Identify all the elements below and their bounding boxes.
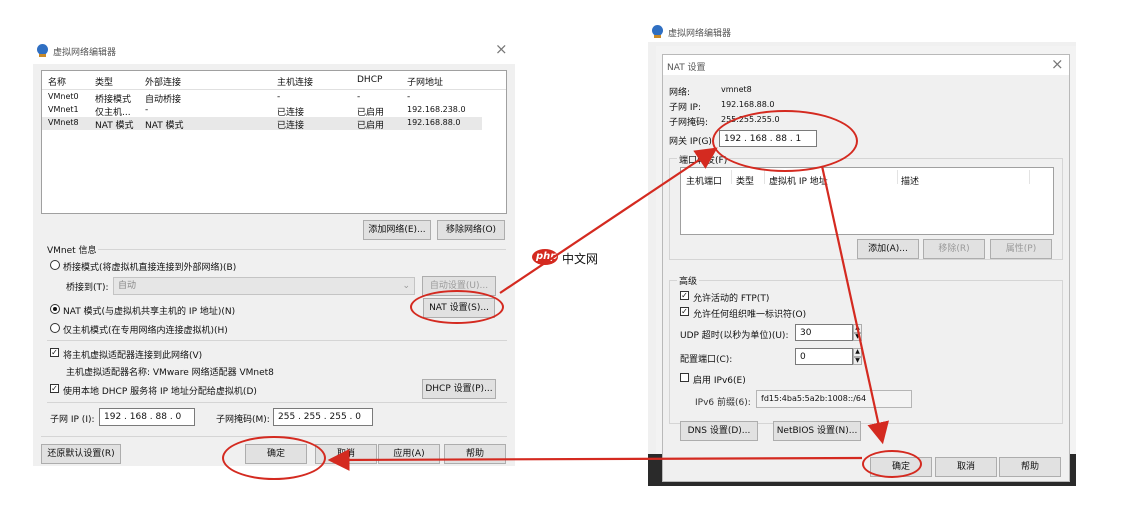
- arrow-to-nat-ok: [820, 165, 889, 445]
- arrow-to-left-ok: [327, 448, 863, 471]
- annotation-arrows: [327, 147, 889, 471]
- arrow-to-gateway: [499, 147, 718, 294]
